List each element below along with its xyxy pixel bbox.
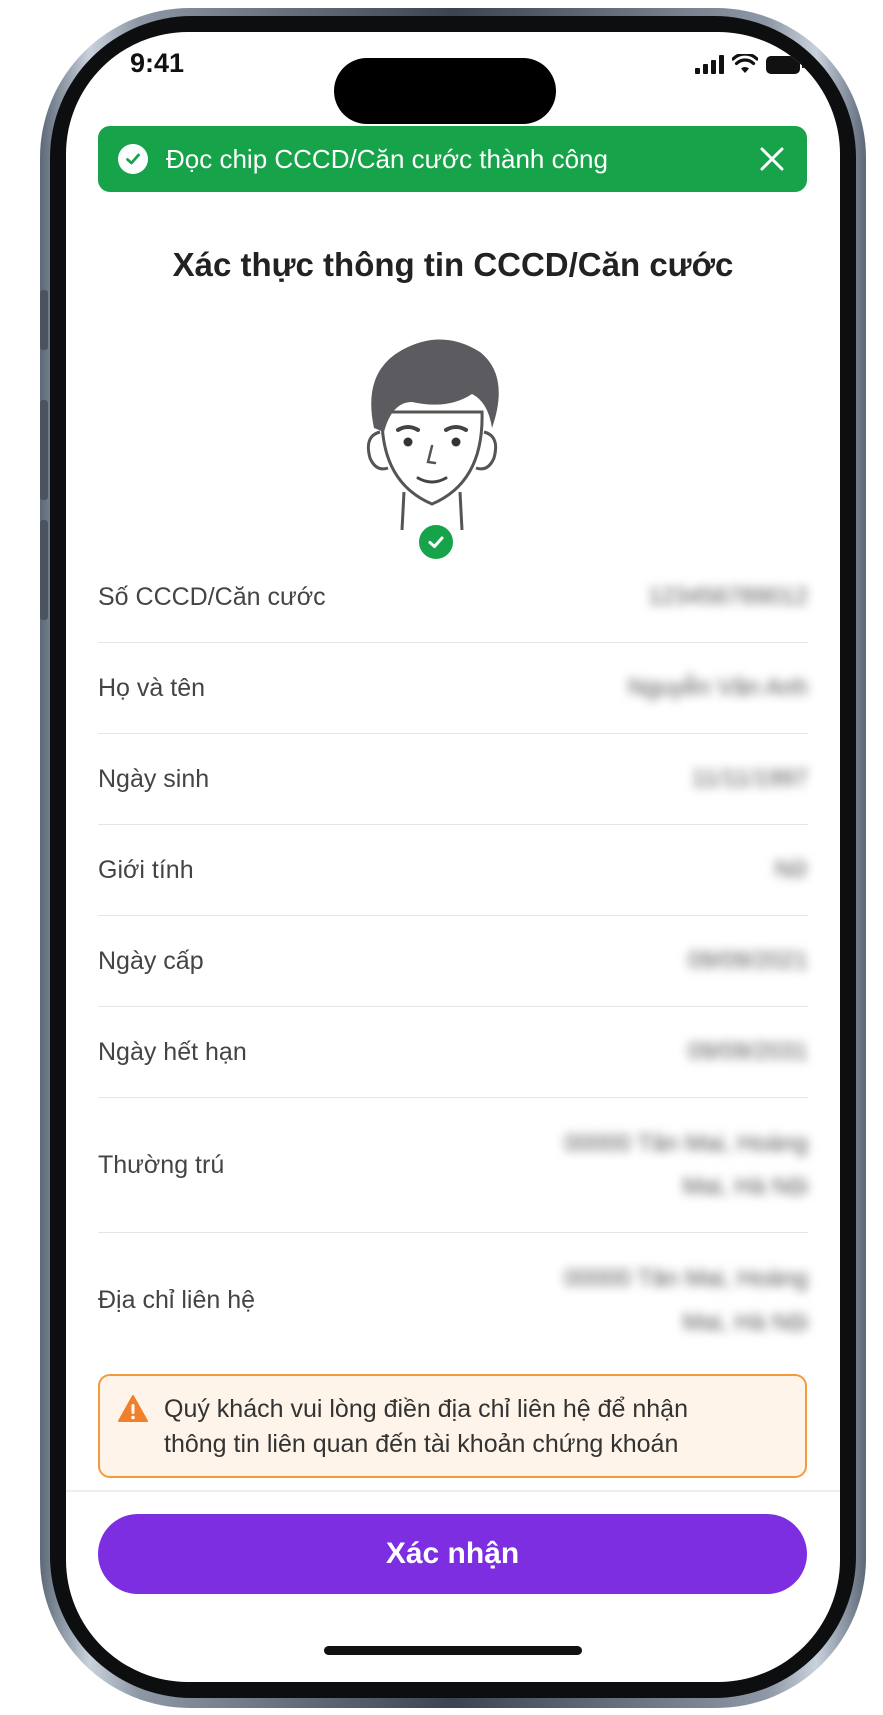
- wifi-icon: [732, 54, 758, 73]
- info-value: 00000 Tân Mai, Hoàng Mai, Hà Nội: [564, 1122, 808, 1208]
- info-row-full-name: Họ và tên Nguyễn Văn Anh: [98, 643, 808, 734]
- info-value: Nguyễn Văn Anh: [627, 674, 808, 702]
- info-row-gender: Giới tính Nữ: [98, 825, 808, 916]
- contact-address-warning: Quý khách vui lòng điền địa chỉ liên hệ …: [98, 1374, 807, 1478]
- volume-up-button: [40, 400, 48, 500]
- avatar-illustration: [366, 339, 499, 531]
- toast-message: Đọc chip CCCD/Căn cước thành công: [166, 143, 608, 174]
- volume-down-button: [40, 520, 48, 620]
- info-value: 09/09/2031: [687, 1038, 808, 1066]
- warning-text: Quý khách vui lòng điền địa chỉ liên hệ …: [164, 1392, 688, 1462]
- info-value-line: 00000 Tân Mai, Hoàng: [564, 1129, 808, 1157]
- signal-icon: [695, 54, 724, 74]
- info-row-expiry-date: Ngày hết hạn 09/09/2031: [98, 1007, 808, 1098]
- status-icons: [695, 54, 805, 74]
- info-label: Ngày sinh: [98, 764, 210, 793]
- status-time: 9:41: [130, 48, 185, 78]
- info-label: Ngày cấp: [98, 946, 204, 975]
- info-row-issue-date: Ngày cấp 09/09/2021: [98, 916, 808, 1007]
- info-value-line: Mai, Hà Nội: [682, 1173, 808, 1200]
- info-label: Giới tính: [98, 855, 194, 884]
- warning-line: Quý khách vui lòng điền địa chỉ liên hệ …: [164, 1395, 688, 1423]
- info-value: Nữ: [774, 856, 808, 884]
- info-label: Địa chỉ liên hệ: [98, 1286, 256, 1314]
- confirm-button[interactable]: Xác nhận: [98, 1514, 807, 1594]
- dynamic-island: [334, 58, 556, 124]
- warning-line: thông tin liên quan đến tài khoản chứng …: [164, 1430, 679, 1458]
- success-toast: Đọc chip CCCD/Căn cước thành công: [98, 126, 807, 192]
- mute-switch: [40, 290, 48, 350]
- info-value-line: Mai, Hà Nội: [682, 1308, 808, 1336]
- info-value: 09/09/2021: [687, 947, 808, 975]
- warning-icon: [118, 1395, 148, 1422]
- info-label: Họ và tên: [98, 673, 206, 702]
- info-row-birth-date: Ngày sinh 11/11/1997: [98, 734, 808, 825]
- info-row-permanent-address: Thường trú 00000 Tân Mai, Hoàng Mai, Hà …: [98, 1098, 808, 1233]
- info-value: 123456789012: [647, 583, 808, 611]
- info-value-line: 00000 Tân Mai, Hoàng: [564, 1265, 808, 1293]
- info-label: Ngày hết hạn: [98, 1037, 247, 1066]
- page-title: Xác thực thông tin CCCD/Căn cước: [172, 246, 734, 283]
- info-value: 00000 Tân Mai, Hoàng Mai, Hà Nội: [564, 1257, 808, 1343]
- info-value: 11/11/1997: [691, 765, 808, 793]
- info-label: Số CCCD/Căn cước: [98, 582, 326, 611]
- close-icon[interactable]: [757, 144, 787, 174]
- battery-icon: [766, 56, 805, 74]
- phone-screen: 9:41 Đọc chip CCCD/Căn cước thành công X…: [66, 32, 840, 1682]
- info-row-contact-address[interactable]: Địa chỉ liên hệ 00000 Tân Mai, Hoàng Mai…: [98, 1233, 808, 1368]
- info-row-id-number: Số CCCD/Căn cước 123456789012: [98, 552, 808, 643]
- footer-divider: [66, 1490, 840, 1492]
- info-label: Thường trú: [98, 1150, 225, 1179]
- check-circle-icon: [118, 144, 148, 174]
- info-list: Số CCCD/Căn cước 123456789012 Họ và tên …: [98, 552, 808, 1368]
- home-indicator: [324, 1646, 582, 1655]
